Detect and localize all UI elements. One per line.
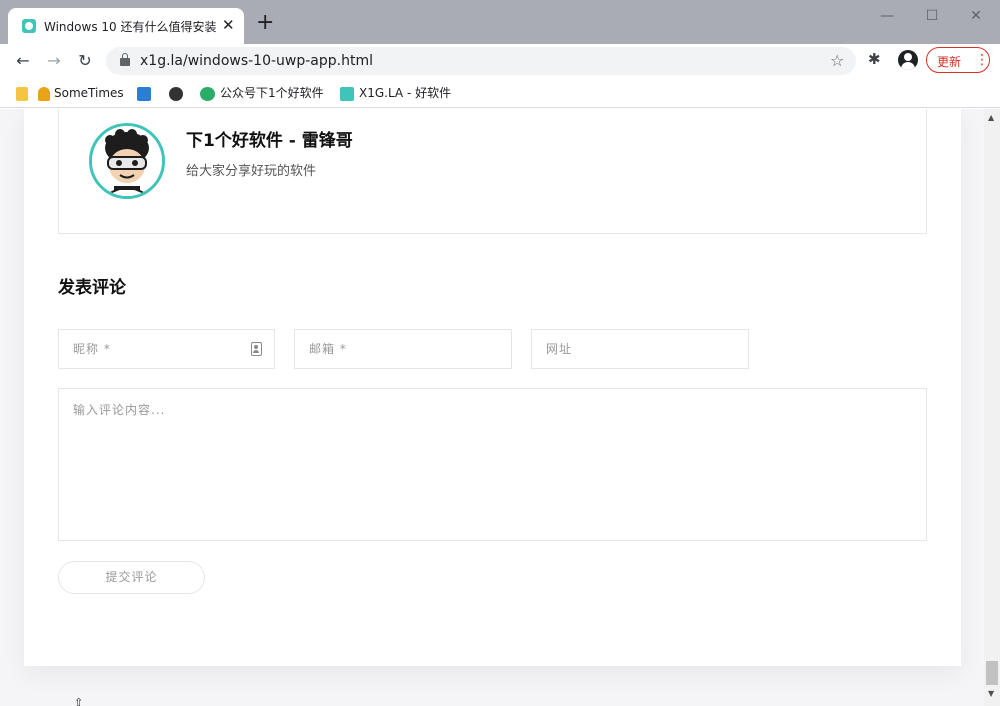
folder-icon [16, 86, 28, 101]
comment-content-textarea[interactable] [59, 389, 926, 540]
extensions-puzzle-icon[interactable]: ✱ [868, 50, 881, 68]
scroll-down-arrow-icon[interactable]: ▼ [988, 689, 994, 698]
website-field[interactable] [531, 329, 749, 369]
url-text[interactable]: x1g.la/windows-10-uwp-app.html [140, 53, 373, 69]
bookmark-star-icon[interactable]: ☆ [830, 51, 844, 70]
content-card: 下1个好软件 - 雷锋哥 给大家分享好玩的软件 发表评论 提交评论 [24, 109, 961, 666]
submit-comment-button[interactable]: 提交评论 [58, 561, 205, 594]
scrollbar-thumb[interactable] [986, 661, 998, 685]
bookmark-label: SomeTimes [54, 86, 124, 100]
email-input[interactable] [295, 330, 511, 368]
bookmark-label: 公众号下1个好软件 [220, 86, 324, 100]
page-viewport: 下1个好软件 - 雷锋哥 给大家分享好玩的软件 发表评论 提交评论 [0, 109, 984, 706]
browser-toolbar: ← → ↻ x1g.la/windows-10-uwp-app.html ☆ [0, 44, 1000, 78]
author-box: 下1个好软件 - 雷锋哥 给大家分享好玩的软件 [58, 109, 927, 234]
more-menu-icon[interactable]: ⋮ [975, 51, 989, 69]
comment-section-title: 发表评论 [58, 278, 126, 298]
bookmark-avatar[interactable] [169, 84, 188, 102]
close-window-button[interactable]: ✕ [961, 7, 991, 27]
back-button[interactable]: ← [12, 50, 34, 72]
address-bar[interactable]: x1g.la/windows-10-uwp-app.html ☆ [106, 47, 856, 75]
bookmark-check[interactable] [137, 84, 156, 102]
maximize-window-button[interactable]: ☐ [917, 7, 947, 27]
avatar-icon [169, 86, 183, 101]
update-label: 更新 [937, 55, 962, 69]
bookmark-sometimes[interactable]: SomeTimes [38, 84, 124, 102]
page-scrollbar[interactable]: ▲ ▼ [984, 109, 1000, 706]
bookmark-folder[interactable] [16, 84, 33, 102]
checkmark-icon [137, 86, 151, 101]
browser-titlebar: Windows 10 还有什么值得安装 ✕ + — ☐ ✕ [0, 0, 1000, 44]
mouse-cursor-icon: ⇧ [74, 696, 84, 706]
author-avatar[interactable] [89, 123, 165, 199]
lock-icon[interactable] [120, 53, 130, 66]
bookmark-wechat[interactable]: 公众号下1个好软件 [200, 84, 324, 102]
browser-tab[interactable]: Windows 10 还有什么值得安装 ✕ [8, 8, 244, 44]
tab-title: Windows 10 还有什么值得安装 [44, 20, 216, 34]
contact-card-icon[interactable] [251, 342, 262, 356]
reload-button[interactable]: ↻ [74, 50, 96, 72]
forward-button[interactable]: → [43, 50, 65, 72]
bell-icon [38, 86, 50, 101]
bookmark-x1g[interactable]: X1G.LA - 好软件 [340, 84, 451, 102]
site-icon [340, 86, 354, 101]
scroll-up-arrow-icon[interactable]: ▲ [988, 113, 994, 122]
bookmark-label: X1G.LA - 好软件 [359, 86, 452, 100]
update-button[interactable]: 更新 ⋮ [926, 47, 990, 73]
author-name[interactable]: 下1个好软件 - 雷锋哥 [186, 126, 353, 151]
nickname-input[interactable] [59, 330, 274, 368]
close-tab-icon[interactable]: ✕ [222, 16, 235, 34]
comment-content-field[interactable] [58, 388, 927, 541]
nickname-field[interactable] [58, 329, 275, 369]
site-favicon-icon [22, 19, 36, 33]
profile-avatar-icon[interactable] [898, 50, 918, 70]
cartoon-avatar-icon [92, 126, 162, 196]
new-tab-button[interactable]: + [256, 12, 274, 34]
author-description: 给大家分享好玩的软件 [186, 164, 317, 179]
minimize-window-button[interactable]: — [872, 7, 902, 27]
website-input[interactable] [532, 330, 748, 368]
wechat-icon [200, 86, 215, 101]
bookmarks-bar: SomeTimes 公众号下1个好软件 X1G.LA - 好软件 [0, 78, 1000, 108]
email-field[interactable] [294, 329, 512, 369]
